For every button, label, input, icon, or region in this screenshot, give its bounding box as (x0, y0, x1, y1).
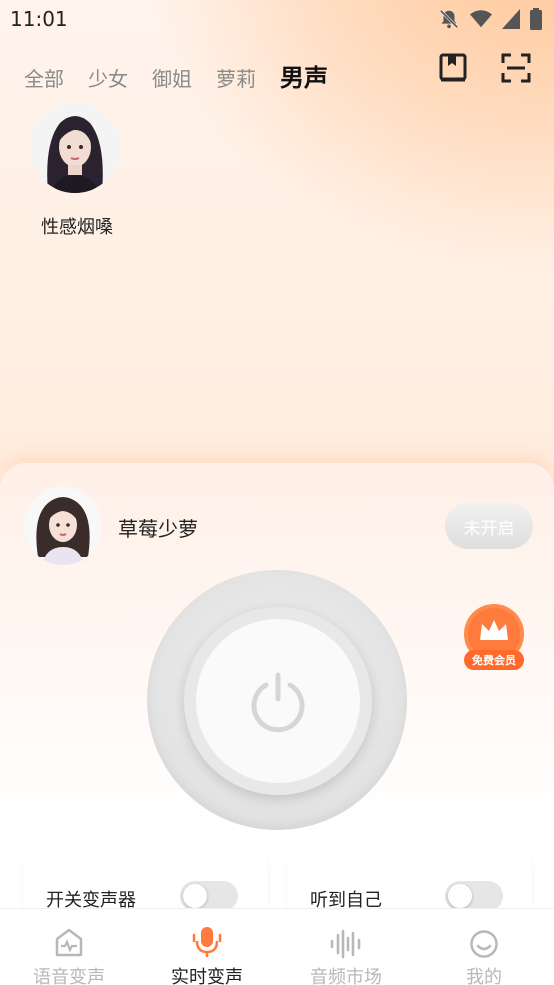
tab-male[interactable]: 男声 (280, 58, 328, 93)
current-voice-name: 草莓少萝 (118, 517, 198, 541)
tab-girl[interactable]: 少女 (88, 63, 128, 92)
voice-changer-toggle[interactable] (180, 881, 238, 911)
microphone-icon (192, 927, 222, 957)
hear-self-toggle[interactable] (445, 881, 503, 911)
signal-icon (502, 9, 520, 33)
power-button[interactable] (196, 619, 360, 783)
status-time: 11:01 (10, 7, 68, 31)
tab-loli[interactable]: 萝莉 (216, 63, 256, 92)
voice-change-icon (55, 928, 83, 957)
smile-icon (470, 930, 498, 958)
wifi-icon (470, 9, 492, 33)
current-voice-avatar (24, 487, 102, 565)
scan-icon[interactable] (500, 52, 532, 84)
nav-realtime[interactable]: 实时变声 (138, 909, 276, 985)
power-icon (251, 672, 305, 733)
vip-badge[interactable]: 免费会员 (462, 602, 526, 674)
waveform-icon (330, 929, 361, 959)
battery-icon (530, 8, 542, 34)
voice-avatar (30, 103, 120, 193)
nav-voice-change[interactable]: 语音变声 (0, 909, 138, 985)
notifications-off-icon (438, 8, 460, 34)
nav-profile[interactable]: 我的 (415, 909, 553, 985)
bookmark-book-icon[interactable] (437, 52, 469, 84)
nav-audio-market[interactable]: 音频市场 (277, 909, 415, 985)
nav-label: 语音变声 (33, 967, 105, 985)
nav-label: 实时变声 (171, 967, 243, 985)
category-tabs: 全部 少女 御姐 萝莉 男声 (24, 58, 352, 93)
tab-all[interactable]: 全部 (24, 63, 64, 92)
nav-label: 我的 (466, 967, 502, 985)
nav-label: 音频市场 (310, 967, 382, 985)
tab-lady[interactable]: 御姐 (152, 63, 192, 92)
status-bar: 11:01 (0, 0, 554, 40)
voice-name: 性感烟嗓 (41, 217, 113, 238)
voice-state-button[interactable]: 未开启 (445, 503, 533, 549)
vip-label: 免费会员 (472, 654, 516, 667)
bottom-navigation: 语音变声 实时变声 音频市场 我的 (0, 908, 554, 985)
voice-card[interactable]: 性感烟嗓 (30, 103, 122, 239)
